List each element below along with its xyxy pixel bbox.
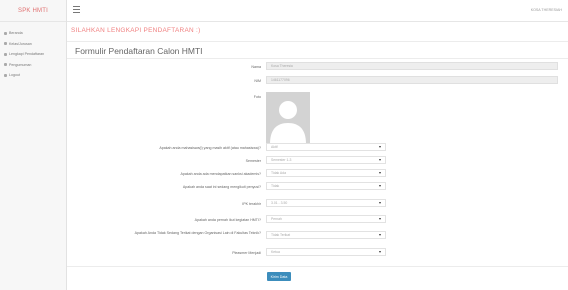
aktif-select[interactable]: Aktif (266, 143, 386, 151)
select-value: Tidak Terikat (271, 233, 291, 237)
bell-icon (4, 63, 7, 66)
menu-toggle-icon[interactable] (73, 6, 80, 13)
submit-button[interactable]: Kirim Data (267, 272, 291, 281)
caret-down-icon (379, 234, 381, 236)
app-brand[interactable]: SPK HMTI (0, 0, 66, 22)
semester-label: Semester (245, 159, 261, 163)
sidebar-menu: Beranda Kelas/Jurusan Lengkapi Pendaftar… (0, 22, 66, 80)
caret-down-icon (379, 251, 381, 253)
main-content: SILAHKAN LENGKAPI PENDAFTARAN :) Formuli… (67, 22, 568, 290)
select-value: Semester 1-3 (271, 158, 292, 162)
organisasi-select[interactable]: Tidak Terikat (266, 231, 386, 239)
sanksi-select[interactable]: Tidak Ada (266, 169, 386, 177)
user-silhouette-icon (270, 101, 306, 144)
nim-label: NIM (254, 79, 261, 83)
page-banner: SILAHKAN LENGKAPI PENDAFTARAN :) (71, 27, 201, 34)
caret-down-icon (379, 159, 381, 161)
nama-field[interactable]: Kosa Theresia (266, 62, 558, 70)
caret-down-icon (379, 172, 381, 174)
home-icon (4, 31, 7, 35)
nim-field[interactable]: 1461177096 (266, 76, 558, 84)
sidebar-item-label: Lengkapi Pendaftaran (9, 52, 45, 56)
sidebar-item-beranda[interactable]: Beranda (0, 28, 66, 38)
sanksi-label: Apakah anda ada mendapatkan sanksi akade… (180, 172, 261, 176)
select-value: Tidak Ada (271, 171, 286, 175)
user-name[interactable]: KOSA THERESIAH (531, 8, 562, 12)
list-icon (4, 42, 7, 45)
sidebar-item-logout[interactable]: Logout (0, 70, 66, 80)
sidebar-item-pengumuman[interactable]: Pengumuman (0, 60, 66, 70)
sidebar-item-label: Logout (9, 73, 20, 77)
semester-select[interactable]: Semester 1-3 (266, 156, 386, 164)
nama-label: Nama (251, 65, 261, 69)
penyusi-select[interactable]: Tidak (266, 182, 386, 190)
select-value: Pernah (271, 217, 282, 221)
form-title: Formulir Pendaftaran Calon HMTI (75, 46, 203, 56)
ipk-select[interactable]: 3.01 - 3.50 (266, 199, 386, 207)
pilihan-select[interactable]: Ketua (266, 248, 386, 256)
select-value: Tidak (271, 184, 280, 188)
select-value: Ketua (271, 250, 280, 254)
sidebar-item-lengkapi-pendaftaran[interactable]: Lengkapi Pendaftaran (0, 49, 66, 59)
select-value: Aktif (271, 145, 278, 149)
organisasi-label: Apakah Anda Tidak Sedang Terikat dengan … (134, 231, 261, 235)
caret-down-icon (379, 185, 381, 187)
pilihan-label: Pleasmer Menjadi (232, 251, 261, 255)
aktif-label: Apakah anda mahasiswa(i) yang masih akti… (159, 146, 261, 150)
ipk-label: IPK terakhir (242, 202, 261, 206)
avatar-placeholder[interactable] (266, 92, 310, 144)
sidebar-item-label: Kelas/Jurusan (9, 41, 32, 46)
edit-icon (4, 52, 7, 56)
divider (67, 266, 568, 267)
sidebar-item-label: Beranda (9, 31, 23, 35)
select-value: 3.01 - 3.50 (271, 201, 288, 205)
penyusi-label: Apakah anda saat ini sedang mengikuti pe… (182, 185, 261, 189)
kegiatan-select[interactable]: Pernah (266, 215, 386, 223)
caret-down-icon (379, 202, 381, 204)
logout-icon (4, 73, 7, 77)
divider (67, 41, 568, 42)
top-navbar: KOSA THERESIAH (67, 0, 568, 22)
sidebar: SPK HMTI Beranda Kelas/Jurusan Lengkapi … (0, 0, 67, 290)
caret-down-icon (379, 218, 381, 220)
caret-down-icon (379, 146, 381, 148)
sidebar-item-kelas[interactable]: Kelas/Jurusan (0, 39, 66, 49)
foto-label: Foto (253, 95, 261, 99)
sidebar-item-label: Pengumuman (9, 62, 32, 67)
kegiatan-label: Apakah anda pernah ikut kegiatan HMTI? (194, 218, 261, 222)
divider (67, 58, 568, 59)
